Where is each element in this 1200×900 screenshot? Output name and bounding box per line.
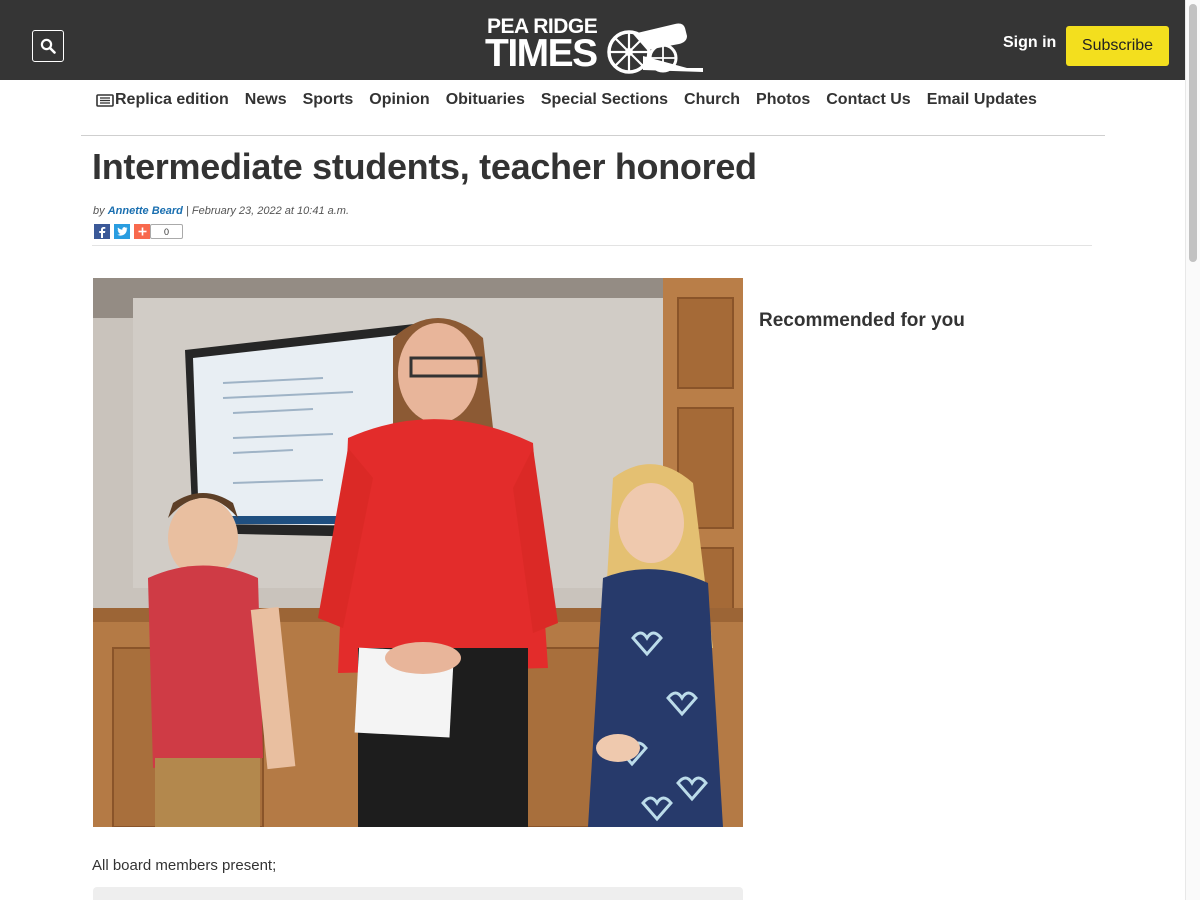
addthis-share-button[interactable] bbox=[134, 224, 150, 239]
share-bar: 0 bbox=[94, 224, 183, 239]
nav-item-obituaries[interactable]: Obituaries bbox=[446, 91, 525, 109]
author-link[interactable]: Annette Beard bbox=[108, 205, 183, 217]
site-header: PEA RIDGE TIMES Sign in Subscribe bbox=[0, 0, 1185, 80]
site-logo[interactable]: PEA RIDGE TIMES bbox=[485, 16, 707, 75]
nav-item-photos[interactable]: Photos bbox=[756, 91, 810, 109]
article-headline: Intermediate students, teacher honored bbox=[92, 146, 757, 187]
twitter-icon bbox=[116, 227, 127, 236]
article-body-text: All board members present; bbox=[92, 857, 277, 874]
byline-separator: | bbox=[185, 205, 189, 217]
nav-item-news[interactable]: News bbox=[245, 91, 287, 109]
sign-in-link[interactable]: Sign in bbox=[1003, 34, 1056, 52]
facebook-share-button[interactable] bbox=[94, 224, 110, 239]
nav-item-special-sections[interactable]: Special Sections bbox=[541, 91, 668, 109]
nav-item-replica-edition[interactable]: Replica edition bbox=[96, 91, 229, 109]
nav-item-opinion[interactable]: Opinion bbox=[369, 91, 429, 109]
twitter-share-button[interactable] bbox=[114, 224, 130, 239]
main-nav: Replica edition News Sports Opinion Obit… bbox=[96, 88, 1053, 112]
photo-illustration bbox=[93, 278, 743, 827]
content-box bbox=[93, 887, 743, 900]
cannon-icon bbox=[607, 23, 703, 74]
byline: by Annette Beard | February 23, 2022 at … bbox=[93, 205, 349, 217]
nav-item-church[interactable]: Church bbox=[684, 91, 740, 109]
share-count: 0 bbox=[150, 224, 183, 239]
publish-date: February 23, 2022 at 10:41 a.m. bbox=[191, 205, 350, 217]
nav-item-label: Replica edition bbox=[115, 91, 229, 108]
article-photo[interactable] bbox=[93, 278, 743, 827]
subscribe-button[interactable]: Subscribe bbox=[1066, 26, 1169, 66]
facebook-icon bbox=[99, 226, 106, 238]
nav-item-sports[interactable]: Sports bbox=[303, 91, 354, 109]
plus-icon bbox=[138, 227, 146, 236]
page-scrollbar[interactable] bbox=[1185, 0, 1200, 900]
recommended-heading: Recommended for you bbox=[759, 310, 965, 331]
newspaper-icon bbox=[96, 93, 114, 107]
byline-by: by bbox=[93, 205, 105, 217]
search-button[interactable] bbox=[32, 30, 64, 62]
nav-divider bbox=[81, 135, 1105, 136]
scrollbar-thumb[interactable] bbox=[1189, 4, 1197, 262]
nav-item-contact-us[interactable]: Contact Us bbox=[826, 91, 910, 109]
logo-line2: TIMES bbox=[485, 32, 598, 75]
search-icon bbox=[40, 38, 56, 54]
header-divider bbox=[92, 245, 1092, 246]
nav-item-email-updates[interactable]: Email Updates bbox=[927, 91, 1037, 109]
